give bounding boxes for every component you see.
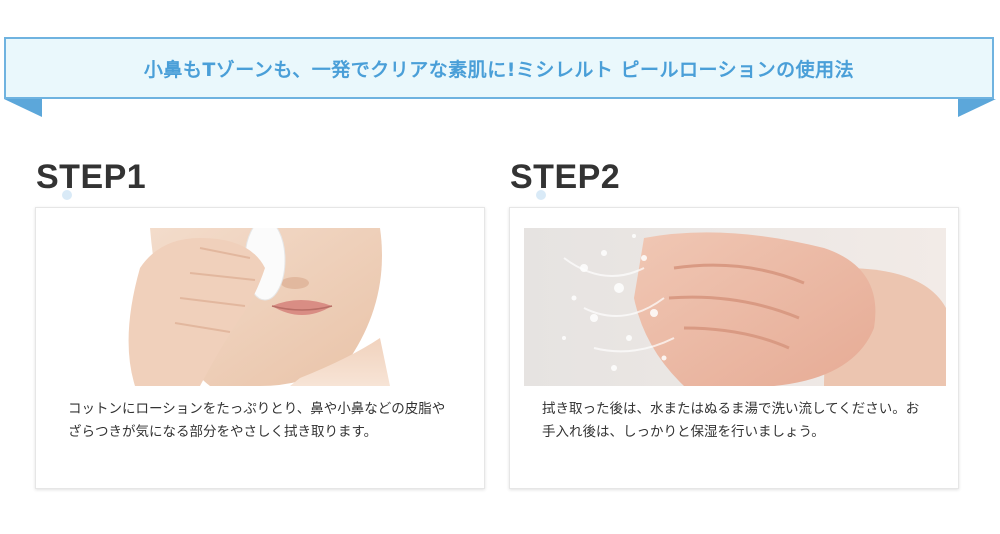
title-banner: 小鼻もTゾーンも、一発でクリアな素肌に!ミシレルト ピールローションの使用法 bbox=[4, 37, 994, 99]
step1-photo bbox=[50, 228, 472, 386]
banner-fold-left bbox=[4, 99, 42, 117]
step1-heading: STEP1 bbox=[36, 158, 147, 200]
woman-cotton-pad-image bbox=[50, 228, 472, 386]
step2-description: 拭き取った後は、水またはぬるま湯で洗い流してください。お手入れ後は、しっかりと保… bbox=[542, 401, 920, 440]
step2-photo bbox=[524, 228, 946, 386]
step2-heading-text: STEP2 bbox=[510, 158, 621, 196]
step2-heading: STEP2 bbox=[510, 158, 621, 200]
step1-description: コットンにローションをたっぷりとり、鼻や小鼻などの皮脂やざらつきが気になる部分を… bbox=[68, 401, 446, 440]
banner-fold-right bbox=[958, 99, 996, 117]
banner-title: 小鼻もTゾーンも、一発でクリアな素肌に!ミシレルト ピールローションの使用法 bbox=[143, 58, 855, 81]
water-splash-face-image bbox=[524, 228, 946, 386]
step1-card: コットンにローションをたっぷりとり、鼻や小鼻などの皮脂やざらつきが気になる部分を… bbox=[35, 207, 485, 489]
step2-card: 拭き取った後は、水またはぬるま湯で洗い流してください。お手入れ後は、しっかりと保… bbox=[509, 207, 959, 489]
step1-heading-text: STEP1 bbox=[36, 158, 147, 196]
